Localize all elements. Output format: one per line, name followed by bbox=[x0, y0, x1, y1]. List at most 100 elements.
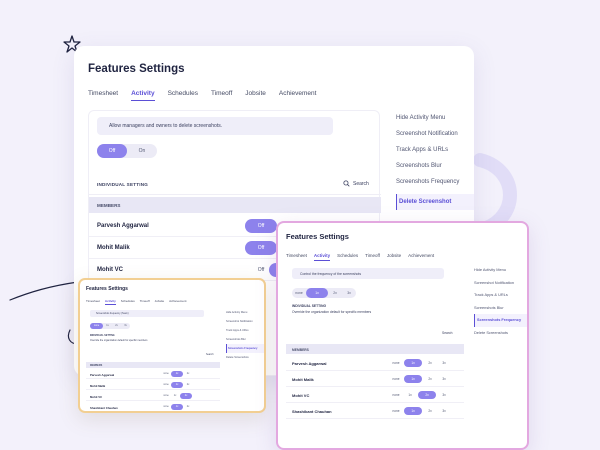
sidebar-item-screenshot-notification[interactable]: Screenshot Notification bbox=[226, 317, 264, 326]
sidebar-item-screenshots-blur[interactable]: Screenshots Blur bbox=[226, 335, 264, 344]
toggle-off-option[interactable]: Off bbox=[97, 144, 127, 158]
second-individual-setting-desc: Override the organization default for sp… bbox=[292, 310, 372, 314]
sidebar-item-screenshots-blur[interactable]: Screenshots Blur bbox=[396, 158, 474, 174]
freq-option[interactable]: 1x bbox=[171, 404, 183, 410]
second-member-row: Parvesh Aggarwal none 1x 2x 3x bbox=[286, 356, 464, 371]
freq-option[interactable]: 2x bbox=[184, 382, 192, 388]
member-frequency-options: none 1x 2x bbox=[162, 404, 192, 410]
freq-option[interactable]: 3x bbox=[121, 323, 130, 329]
freq-option[interactable]: 1x bbox=[103, 323, 112, 329]
member-off-toggle[interactable]: Off bbox=[245, 219, 277, 233]
freq-option[interactable]: 1x bbox=[404, 391, 416, 399]
mini-individual-setting-heading: INDIVIDUAL SETTING bbox=[90, 334, 115, 337]
tab-schedules[interactable]: Schedules bbox=[168, 90, 198, 101]
tab-jobsite[interactable]: Jobsite bbox=[155, 299, 165, 305]
member-off-toggle[interactable]: Off bbox=[245, 241, 277, 255]
member-name: Mohit Malik bbox=[292, 377, 314, 382]
tab-achievement[interactable]: Achievement bbox=[169, 299, 186, 305]
freq-option[interactable]: 1x bbox=[171, 371, 183, 377]
sidebar-item-screenshot-notification[interactable]: Screenshot Notification bbox=[396, 126, 474, 142]
search-button[interactable]: Search bbox=[343, 180, 369, 187]
freq-option[interactable]: 2x bbox=[112, 323, 121, 329]
freq-option[interactable]: 2x bbox=[418, 391, 436, 399]
sidebar-item-delete-screenshots[interactable]: Delete Screenshots bbox=[474, 327, 527, 340]
freq-option[interactable]: 1x bbox=[404, 359, 422, 367]
sidebar-item-hide-activity-menu[interactable]: Hide Activity Menu bbox=[226, 308, 264, 317]
tab-schedules[interactable]: Schedules bbox=[121, 299, 135, 305]
member-frequency-options: none 1x 2x 3x bbox=[390, 391, 450, 399]
freq-option[interactable]: 1x bbox=[171, 393, 179, 399]
freq-option[interactable]: none bbox=[390, 375, 402, 383]
mini-settings-card: Features Settings Timesheet Activity Sch… bbox=[78, 278, 266, 413]
second-search-button[interactable]: Search bbox=[442, 331, 452, 335]
tab-achievement[interactable]: Achievement bbox=[279, 90, 317, 101]
freq-option[interactable]: 2x bbox=[328, 288, 342, 298]
mini-member-row: Shashikant Chauhan none 1x 2x bbox=[86, 402, 220, 411]
freq-option[interactable]: none bbox=[292, 288, 306, 298]
member-frequency-options: none 1x 2x bbox=[162, 382, 192, 388]
freq-option[interactable]: none bbox=[162, 382, 170, 388]
tab-jobsite[interactable]: Jobsite bbox=[245, 90, 266, 101]
search-icon bbox=[343, 180, 350, 187]
tab-timeoff[interactable]: Timeoff bbox=[211, 90, 232, 101]
freq-option[interactable]: 2x bbox=[424, 407, 436, 415]
freq-option[interactable]: 3x bbox=[438, 407, 450, 415]
sidebar-item-screenshots-frequency[interactable]: Screenshots Frequency bbox=[474, 314, 527, 327]
freq-option[interactable]: none bbox=[390, 359, 402, 367]
tab-timeoff[interactable]: Timeoff bbox=[365, 253, 380, 261]
second-page-title: Features Settings bbox=[286, 232, 349, 241]
sidebar-item-hide-activity-menu[interactable]: Hide Activity Menu bbox=[396, 110, 474, 126]
toggle-on-option[interactable]: On bbox=[127, 144, 157, 158]
settings-sidebar: Hide Activity Menu Screenshot Notificati… bbox=[396, 110, 474, 210]
tab-activity[interactable]: Activity bbox=[313, 253, 331, 261]
sidebar-item-track-apps[interactable]: Track Apps & URLs bbox=[396, 142, 474, 158]
tab-timesheet[interactable]: Timesheet bbox=[286, 253, 307, 261]
sidebar-item-track-apps[interactable]: Track Apps & URLs bbox=[226, 326, 264, 335]
tab-activity[interactable]: Activity bbox=[104, 299, 116, 305]
global-off-on-toggle[interactable]: Off On bbox=[97, 144, 157, 158]
freq-option[interactable]: 3x bbox=[342, 288, 356, 298]
second-settings-sidebar: Hide Activity Menu Screenshot Notificati… bbox=[474, 264, 527, 340]
mini-search-button[interactable]: Search bbox=[206, 353, 214, 356]
freq-option[interactable]: none bbox=[162, 371, 170, 377]
freq-option[interactable]: 3x bbox=[438, 375, 450, 383]
freq-option[interactable]: 2x bbox=[424, 375, 436, 383]
freq-option[interactable]: 1x bbox=[171, 382, 183, 388]
tab-schedules[interactable]: Schedules bbox=[337, 253, 358, 261]
sidebar-item-screenshots-frequency[interactable]: Screenshots Frequency bbox=[226, 344, 264, 353]
sidebar-item-screenshots-blur[interactable]: Screenshots Blur bbox=[474, 302, 527, 315]
member-name: Mohit Malik bbox=[97, 245, 130, 251]
tab-achievement[interactable]: Achievement bbox=[408, 253, 434, 261]
member-name: Mohit VC bbox=[97, 267, 123, 273]
freq-option[interactable]: 1x bbox=[404, 375, 422, 383]
freq-option[interactable]: 2x bbox=[424, 359, 436, 367]
freq-option[interactable]: 2x bbox=[180, 393, 192, 399]
second-member-row: Shashikant Chauhan none 1x 2x 3x bbox=[286, 404, 464, 419]
member-frequency-options: none 1x 2x 3x bbox=[390, 407, 450, 415]
freq-option[interactable]: none bbox=[90, 323, 103, 329]
sidebar-item-delete-screenshot[interactable]: Delete Screenshot bbox=[396, 194, 474, 210]
member-name: Parvesh Aggarwal bbox=[97, 223, 149, 229]
tab-timesheet[interactable]: Timesheet bbox=[88, 90, 118, 101]
sidebar-item-delete-screenshots[interactable]: Delete Screenshots bbox=[226, 353, 264, 362]
freq-option[interactable]: none bbox=[390, 407, 402, 415]
tab-activity[interactable]: Activity bbox=[131, 90, 155, 101]
freq-option[interactable]: 3x bbox=[438, 359, 450, 367]
freq-option[interactable]: 1x bbox=[404, 407, 422, 415]
sidebar-item-track-apps[interactable]: Track Apps & URLs bbox=[474, 289, 527, 302]
freq-option[interactable]: 2x bbox=[184, 371, 192, 377]
sidebar-item-hide-activity-menu[interactable]: Hide Activity Menu bbox=[474, 264, 527, 277]
freq-option[interactable]: 3x bbox=[438, 391, 450, 399]
freq-option[interactable]: none bbox=[162, 393, 170, 399]
freq-option[interactable]: 2x bbox=[184, 404, 192, 410]
tab-timeoff[interactable]: Timeoff bbox=[140, 299, 150, 305]
sidebar-item-screenshots-frequency[interactable]: Screenshots Frequency bbox=[396, 174, 474, 190]
freq-option[interactable]: none bbox=[390, 391, 402, 399]
frequency-selector[interactable]: none 1x 2x 3x bbox=[292, 288, 356, 298]
freq-option[interactable]: none bbox=[162, 404, 170, 410]
tab-jobsite[interactable]: Jobsite bbox=[387, 253, 401, 261]
mini-frequency-selector[interactable]: none 1x 2x 3x bbox=[90, 323, 130, 329]
sidebar-item-screenshot-notification[interactable]: Screenshot Notification bbox=[474, 277, 527, 290]
tab-timesheet[interactable]: Timesheet bbox=[86, 299, 100, 305]
freq-option[interactable]: 1x bbox=[306, 288, 328, 298]
